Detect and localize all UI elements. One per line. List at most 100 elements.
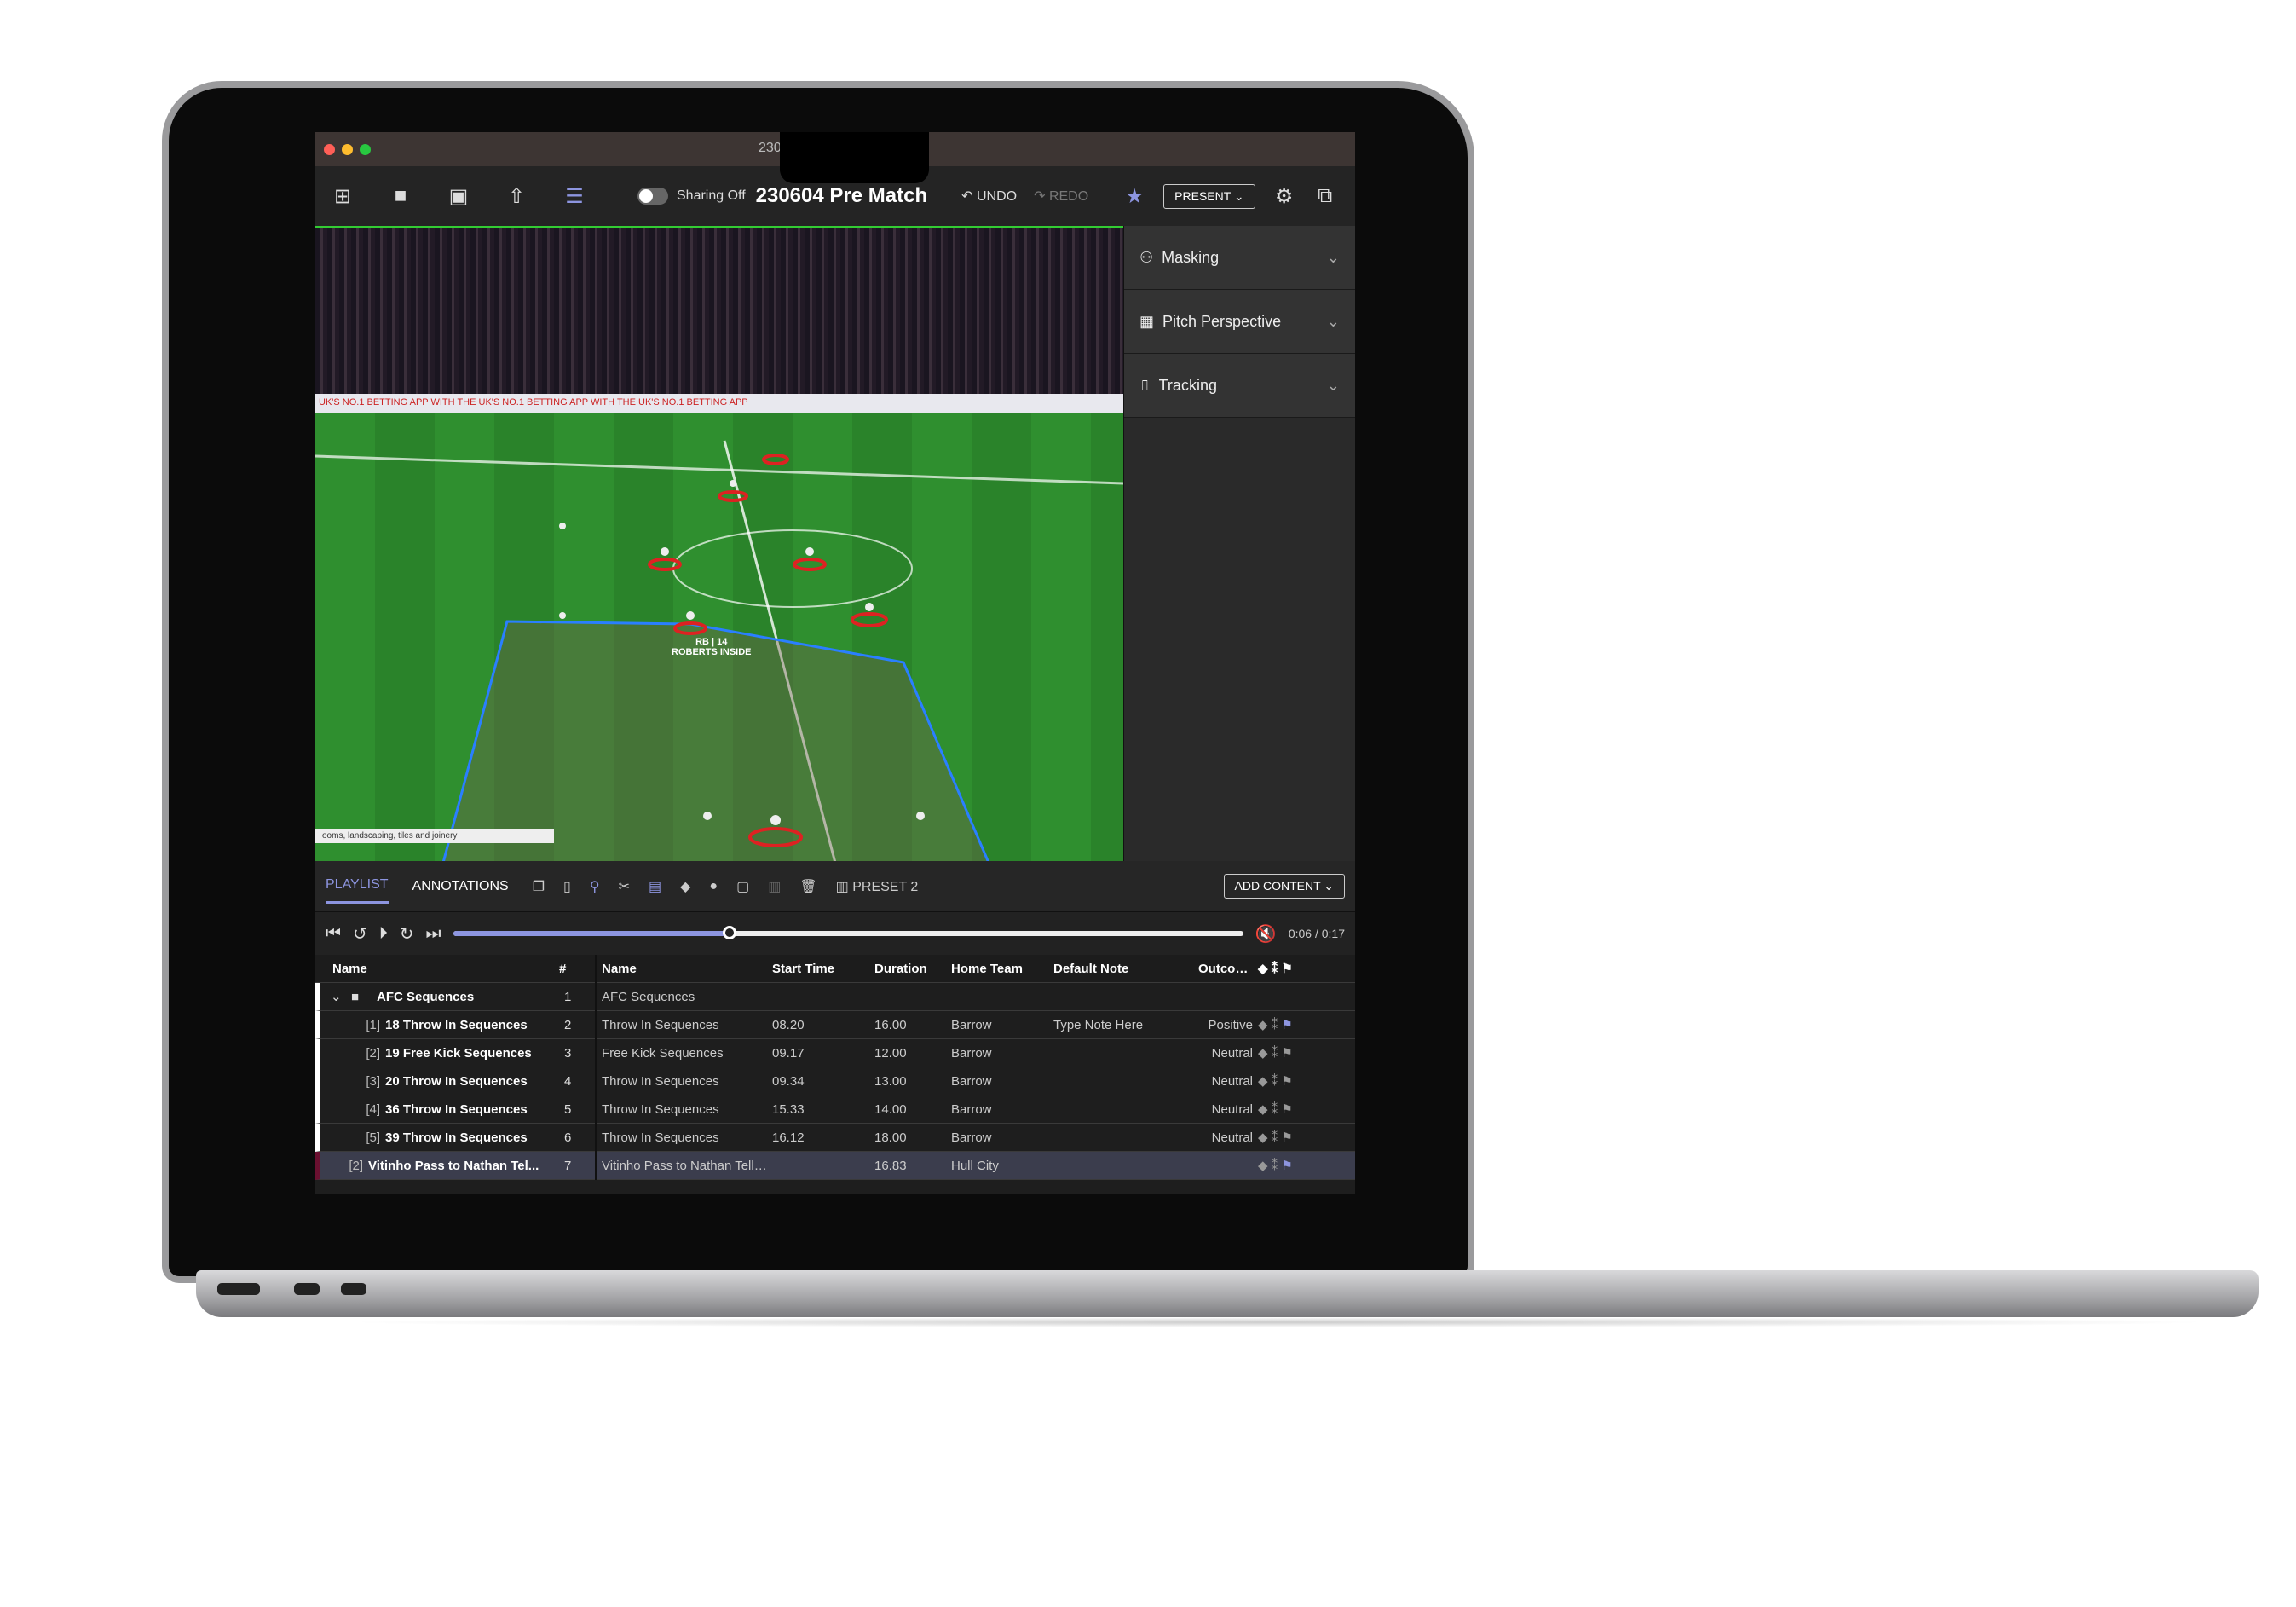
list-icon[interactable]: ▤ (649, 878, 661, 895)
video-player[interactable]: UK'S NO.1 BETTING APP WITH THE UK'S NO.1… (315, 226, 1123, 861)
details-row[interactable]: Free Kick Sequences 09.17 12.00 Barrow Neutr… (597, 1039, 1355, 1067)
duplicate-icon[interactable]: ▢ (736, 878, 749, 895)
shadow (341, 1317, 2216, 1327)
panel-masking[interactable]: ⚇ Masking ⌄ (1124, 226, 1355, 290)
details-row[interactable]: Throw In Sequences 15.33 14.00 Barrow Neutra… (597, 1095, 1355, 1124)
row-name: 20 Throw In Sequences (385, 1073, 528, 1089)
header-default-note[interactable]: Default Note (1048, 962, 1193, 976)
cell-duration: 12.00 (874, 1045, 907, 1061)
pitch-icon: ▦ (1139, 312, 1155, 330)
timeline-scrubber[interactable] (453, 926, 1243, 939)
panel-label: Pitch Perspective (1162, 312, 1282, 330)
tag-icon[interactable]: ◆ (1258, 1074, 1268, 1089)
flag-icon[interactable]: ⚑ (1281, 1018, 1292, 1032)
tag-icon[interactable]: ◆ (1258, 1018, 1268, 1032)
row-index: [2] (366, 1045, 380, 1061)
cell-outcome: Neutral (1211, 1073, 1253, 1089)
flag-icon[interactable]: ⚑ (1281, 1046, 1292, 1061)
rewind-5-icon[interactable]: ↺ (353, 923, 367, 945)
close-button[interactable] (324, 143, 335, 155)
tag-icon[interactable]: ◆ (1258, 1046, 1268, 1061)
header-num[interactable]: # (554, 962, 588, 976)
copy-icon[interactable]: ❐ (533, 878, 545, 895)
header-home-team[interactable]: Home Team (946, 962, 1048, 976)
flag-icon[interactable]: ⚑ (1281, 1074, 1292, 1089)
project-title: 230604 Pre Match (755, 184, 928, 207)
add-content-button[interactable]: ADD CONTENT ⌄ (1223, 874, 1345, 899)
header-start-time[interactable]: Start Time (767, 962, 869, 976)
row-actions: ◆ ⁑ ⚑ (1253, 1158, 1295, 1173)
external-icon[interactable]: ⧉ (1313, 184, 1337, 208)
playlist-row[interactable]: [5] 39 Throw In Sequences 6 (315, 1124, 595, 1152)
details-row[interactable]: AFC Sequences (597, 983, 1355, 1011)
chevron-down-icon[interactable]: ⌄ (320, 989, 346, 1004)
panel-pitch-perspective[interactable]: ▦ Pitch Perspective ⌄ (1124, 290, 1355, 354)
new-playlist-icon[interactable]: ⊞ (331, 184, 355, 209)
players-icon[interactable]: ⁑ (1272, 1074, 1278, 1089)
cell-start-time: 15.33 (772, 1101, 805, 1117)
preset-button[interactable]: ▥ PRESET 2 (836, 878, 919, 895)
color-icon[interactable]: ● (709, 879, 718, 894)
save-icon[interactable]: ▣ (447, 184, 470, 209)
merge-icon[interactable]: ⚲ (590, 878, 600, 895)
skip-back-icon[interactable]: ⏮ (326, 924, 341, 944)
folder-icon[interactable]: ■ (389, 184, 412, 208)
details-row[interactable]: Throw In Sequences 09.34 13.00 Barrow Neutra… (597, 1067, 1355, 1095)
details-row[interactable]: Throw In Sequences 08.20 16.00 Barrow Type N… (597, 1011, 1355, 1039)
row-index: [4] (366, 1101, 380, 1117)
playlist-row[interactable]: [2] 19 Free Kick Sequences 3 (315, 1039, 595, 1067)
players-icon[interactable]: ⁑ (1272, 1159, 1278, 1173)
flag-icon[interactable]: ⚑ (1281, 1102, 1292, 1117)
playlist-row[interactable]: [2] Vitinho Pass to Nathan Tel... 7 (315, 1152, 595, 1180)
details-row[interactable]: Throw In Sequences 16.12 18.00 Barrow Neutra… (597, 1124, 1355, 1152)
clipboard-icon[interactable]: ▥ (768, 878, 781, 895)
playlist-row[interactable]: [4] 36 Throw In Sequences 5 (315, 1095, 595, 1124)
present-button[interactable]: PRESENT ⌄ (1163, 183, 1255, 209)
cell-start-time: 16.12 (772, 1130, 805, 1145)
zoom-button[interactable] (360, 143, 371, 155)
header-duration[interactable]: Duration (869, 962, 946, 976)
file-icon[interactable]: ▯ (563, 878, 571, 895)
scissors-icon[interactable]: ✂ (619, 878, 630, 895)
cell-name: AFC Sequences (602, 989, 695, 1004)
cell-home-team: Barrow (951, 1045, 992, 1061)
tab-playlist[interactable]: PLAYLIST (326, 869, 389, 904)
panel-tracking[interactable]: ⎍ Tracking ⌄ (1124, 354, 1355, 418)
sharing-toggle[interactable] (637, 188, 668, 205)
tag-icon[interactable]: ◆ (1258, 1159, 1268, 1173)
undo-button[interactable]: ↶ UNDO (961, 188, 1017, 205)
trash-icon[interactable]: 🗑 (799, 878, 816, 895)
players-icon[interactable]: ⁑ (1272, 1130, 1278, 1145)
details-row[interactable]: Vitinho Pass to Nathan Tella ... 16.83 Hul… (597, 1152, 1355, 1180)
header-name[interactable]: Name (597, 962, 767, 976)
tag-icon[interactable]: ◆ (1258, 1130, 1268, 1145)
tab-annotations[interactable]: ANNOTATIONS (412, 879, 509, 894)
forward-5-icon[interactable]: ↻ (400, 923, 414, 945)
gear-icon[interactable]: ⚙ (1272, 184, 1296, 209)
players-icon[interactable]: ⁑ (1272, 1046, 1278, 1061)
redo-button[interactable]: ↷ REDO (1034, 188, 1088, 205)
mute-icon[interactable]: 🔇 (1255, 923, 1277, 945)
cell-outcome: Positive (1208, 1017, 1253, 1032)
playlist-row[interactable]: [3] 20 Throw In Sequences 4 (315, 1067, 595, 1095)
timeline-knob[interactable] (723, 926, 737, 939)
present-label: PRESENT (1174, 188, 1232, 203)
flag-icon[interactable]: ⚑ (1281, 1159, 1292, 1173)
playlist-row[interactable]: ⌄ ■ AFC Sequences 1 (315, 983, 595, 1011)
skip-forward-icon[interactable]: ⏭ (426, 924, 441, 944)
header-outcome[interactable]: Outcome (1193, 962, 1253, 976)
play-icon[interactable]: ⏵ (379, 924, 388, 944)
bottom-tabs: PLAYLIST ANNOTATIONS ❐ ▯ ⚲ ✂ ▤ ◆ ● ▢ ▥ 🗑 ▥ PRESE… (315, 861, 1355, 912)
flag-icon[interactable]: ⚑ (1281, 1130, 1292, 1145)
header-name[interactable]: Name (315, 962, 554, 976)
minimize-button[interactable] (342, 143, 353, 155)
players-icon[interactable]: ⁑ (1272, 1102, 1278, 1117)
fill-icon[interactable]: ◆ (680, 878, 690, 895)
players-icon[interactable]: ⁑ (1272, 1018, 1278, 1032)
annotation-overlay (315, 440, 1123, 861)
layout-icon[interactable]: ☰ (562, 184, 586, 209)
share-icon[interactable]: ⇧ (505, 184, 528, 209)
star-icon[interactable]: ★ (1122, 184, 1146, 209)
playlist-row[interactable]: [1] 18 Throw In Sequences 2 (315, 1011, 595, 1039)
tag-icon[interactable]: ◆ (1258, 1102, 1268, 1117)
